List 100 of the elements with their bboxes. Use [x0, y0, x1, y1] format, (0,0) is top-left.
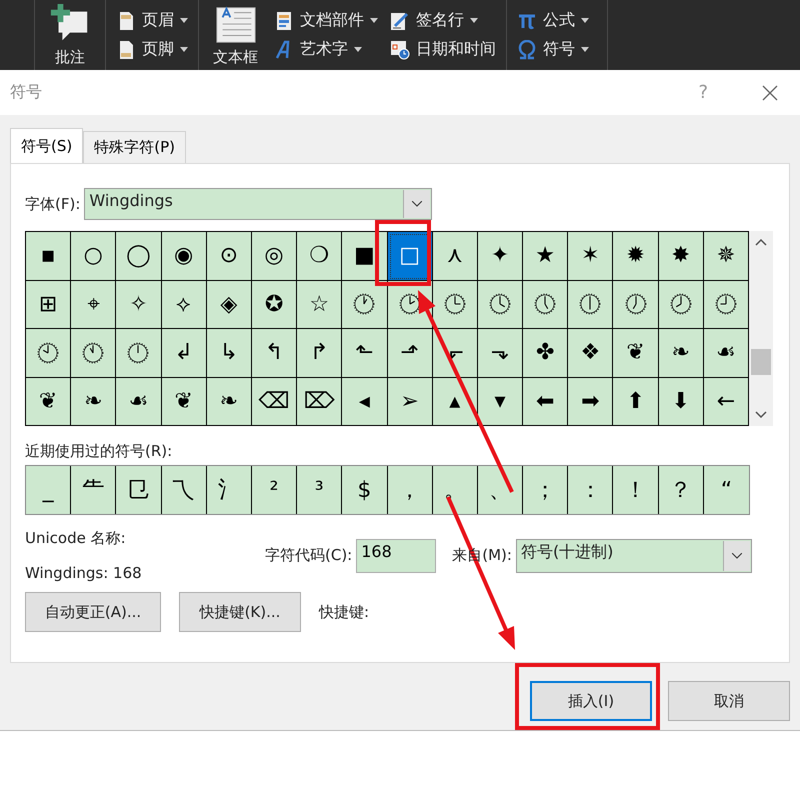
recent-symbol-cell[interactable]: ⺧	[71, 466, 116, 514]
symbol-cell[interactable]: ↳	[206, 329, 252, 378]
recent-symbol-cell[interactable]: 氵	[206, 466, 252, 514]
symbol-cell[interactable]: ☙	[116, 378, 162, 426]
symbol-cell[interactable]: ⌦	[297, 378, 342, 426]
symbol-cell[interactable]: ❧	[658, 329, 704, 378]
symbol-cell[interactable]: ❧	[71, 378, 116, 426]
symbol-button[interactable]: 符号	[513, 39, 593, 60]
symbol-cell[interactable]: ☆	[297, 280, 342, 329]
symbol-cell[interactable]: ◉	[162, 232, 207, 280]
symbol-cell[interactable]: ❦	[162, 378, 207, 426]
from-dropdown[interactable]: 符号(十进制)	[516, 538, 752, 572]
symbol-cell[interactable]: ◎	[252, 232, 298, 280]
symbol-cell[interactable]: ⬏	[388, 329, 433, 378]
symbol-cell[interactable]: ⌖	[71, 280, 116, 329]
symbol-cell[interactable]: ✧	[116, 280, 162, 329]
symbol-cell[interactable]	[568, 280, 614, 329]
symbol-cell[interactable]: ↲	[162, 329, 207, 378]
header-button[interactable]: 页眉	[112, 10, 192, 31]
symbol-cell[interactable]: ★	[523, 232, 568, 280]
symbol-cell[interactable]: ❍	[297, 232, 342, 280]
symbol-cell[interactable]	[342, 280, 388, 329]
chevron-up-icon[interactable]	[755, 239, 767, 246]
cancel-button[interactable]: 取消	[668, 681, 790, 721]
symbol-cell[interactable]: ▾	[478, 378, 524, 426]
signature-button[interactable]: 签名行	[386, 10, 500, 31]
symbol-cell[interactable]	[116, 329, 162, 378]
scrollbar[interactable]	[749, 231, 773, 426]
footer-button[interactable]: 页脚	[112, 39, 192, 60]
symbol-cell[interactable]	[613, 280, 659, 329]
symbol-cell[interactable]: ⬎	[478, 329, 524, 378]
symbol-cell[interactable]: ☙	[704, 329, 749, 378]
symbol-cell[interactable]: ◂	[342, 378, 388, 426]
recent-symbol-cell[interactable]: ，	[388, 466, 433, 514]
symbol-cell[interactable]: ✵	[704, 232, 749, 280]
symbol-cell[interactable]: ⬆	[613, 378, 659, 426]
symbol-cell[interactable]: ❦	[26, 378, 72, 426]
symbol-cell[interactable]: ❦	[613, 329, 659, 378]
symbol-cell[interactable]: ○	[71, 232, 116, 280]
symbol-cell[interactable]	[658, 280, 704, 329]
dialog-tab[interactable]: 特殊字符(P)	[83, 131, 186, 163]
symbol-cell[interactable]: ←	[704, 378, 749, 426]
symbol-cell[interactable]: ❧	[206, 378, 252, 426]
symbol-cell[interactable]: ✦	[478, 232, 524, 280]
textbox-button[interactable]: 文本框	[205, 4, 266, 66]
symbol-cell[interactable]: ⬑	[342, 329, 388, 378]
recent-symbol-cell[interactable]: ！	[613, 466, 659, 514]
shortcut-key-button[interactable]: 快捷键(K)...	[179, 592, 301, 632]
close-button[interactable]	[762, 84, 778, 100]
symbol-cell[interactable]: ✹	[613, 232, 659, 280]
symbol-cell[interactable]: ◯	[116, 232, 162, 280]
recent-symbol-cell[interactable]: ？	[658, 466, 704, 514]
symbol-cell[interactable]: ✸	[658, 232, 704, 280]
symbol-cell[interactable]	[26, 329, 72, 378]
datetime-button[interactable]: 日期和时间	[386, 39, 500, 60]
recent-symbol-cell[interactable]: “	[704, 466, 749, 514]
symbol-cell[interactable]: ➢	[388, 378, 433, 426]
symbol-cell[interactable]	[523, 280, 568, 329]
symbol-cell[interactable]: ▪	[26, 232, 72, 280]
symbol-cell[interactable]: ⊙	[206, 232, 252, 280]
recent-symbol-cell[interactable]: $	[342, 466, 388, 514]
symbol-cell[interactable]: ⬇	[658, 378, 704, 426]
recent-symbol-cell[interactable]: 、	[478, 466, 524, 514]
char-code-field[interactable]: 168	[356, 538, 436, 572]
symbol-cell[interactable]: ⊞	[26, 280, 72, 329]
equation-button[interactable]: 公式	[513, 10, 593, 31]
symbol-cell[interactable]: ◈	[206, 280, 252, 329]
recent-symbol-cell[interactable]: ²	[252, 466, 298, 514]
symbol-cell[interactable]: ■	[342, 232, 388, 280]
recent-symbol-cell[interactable]: 乁	[162, 466, 207, 514]
recent-symbol-cell[interactable]: ³	[297, 466, 342, 514]
symbol-cell[interactable]: ⋏	[432, 232, 478, 280]
symbol-cell[interactable]	[432, 280, 478, 329]
recent-symbol-cell[interactable]: ；	[523, 466, 568, 514]
insert-button[interactable]: 插入(I)	[530, 681, 652, 721]
chevron-down-icon[interactable]	[755, 411, 767, 418]
symbol-cell[interactable]: ✤	[523, 329, 568, 378]
parts-button[interactable]: 文档部件	[270, 10, 382, 31]
symbol-cell[interactable]: ➡	[568, 378, 614, 426]
wordart-button[interactable]: 艺术字	[270, 39, 382, 60]
symbol-cell[interactable]	[478, 280, 524, 329]
recent-symbol-cell[interactable]: 㔾	[116, 466, 162, 514]
symbol-cell[interactable]: ↱	[297, 329, 342, 378]
symbol-cell[interactable]: ⟡	[162, 280, 207, 329]
symbol-cell[interactable]	[704, 280, 749, 329]
dialog-tab[interactable]: 符号(S)	[10, 128, 84, 163]
symbol-cell[interactable]: ⬅	[523, 378, 568, 426]
recent-symbol-cell[interactable]: ：	[568, 466, 614, 514]
comment-button[interactable]: 批注	[41, 4, 99, 66]
symbol-cell[interactable]: ✶	[568, 232, 614, 280]
recent-symbol-cell[interactable]: _	[26, 466, 72, 514]
font-dropdown[interactable]: Wingdings	[84, 188, 432, 220]
symbol-cell[interactable]: ✪	[252, 280, 298, 329]
symbol-cell[interactable]: ⌫	[252, 378, 298, 426]
char-code-label: 字符代码(C):	[265, 546, 352, 565]
scrollbar-thumb[interactable]	[751, 349, 771, 375]
autocorrect-button[interactable]: 自动更正(A)...	[25, 592, 161, 632]
symbol-cell[interactable]: ❖	[568, 329, 614, 378]
symbol-cell[interactable]	[71, 329, 116, 378]
symbol-cell[interactable]: ↰	[252, 329, 298, 378]
